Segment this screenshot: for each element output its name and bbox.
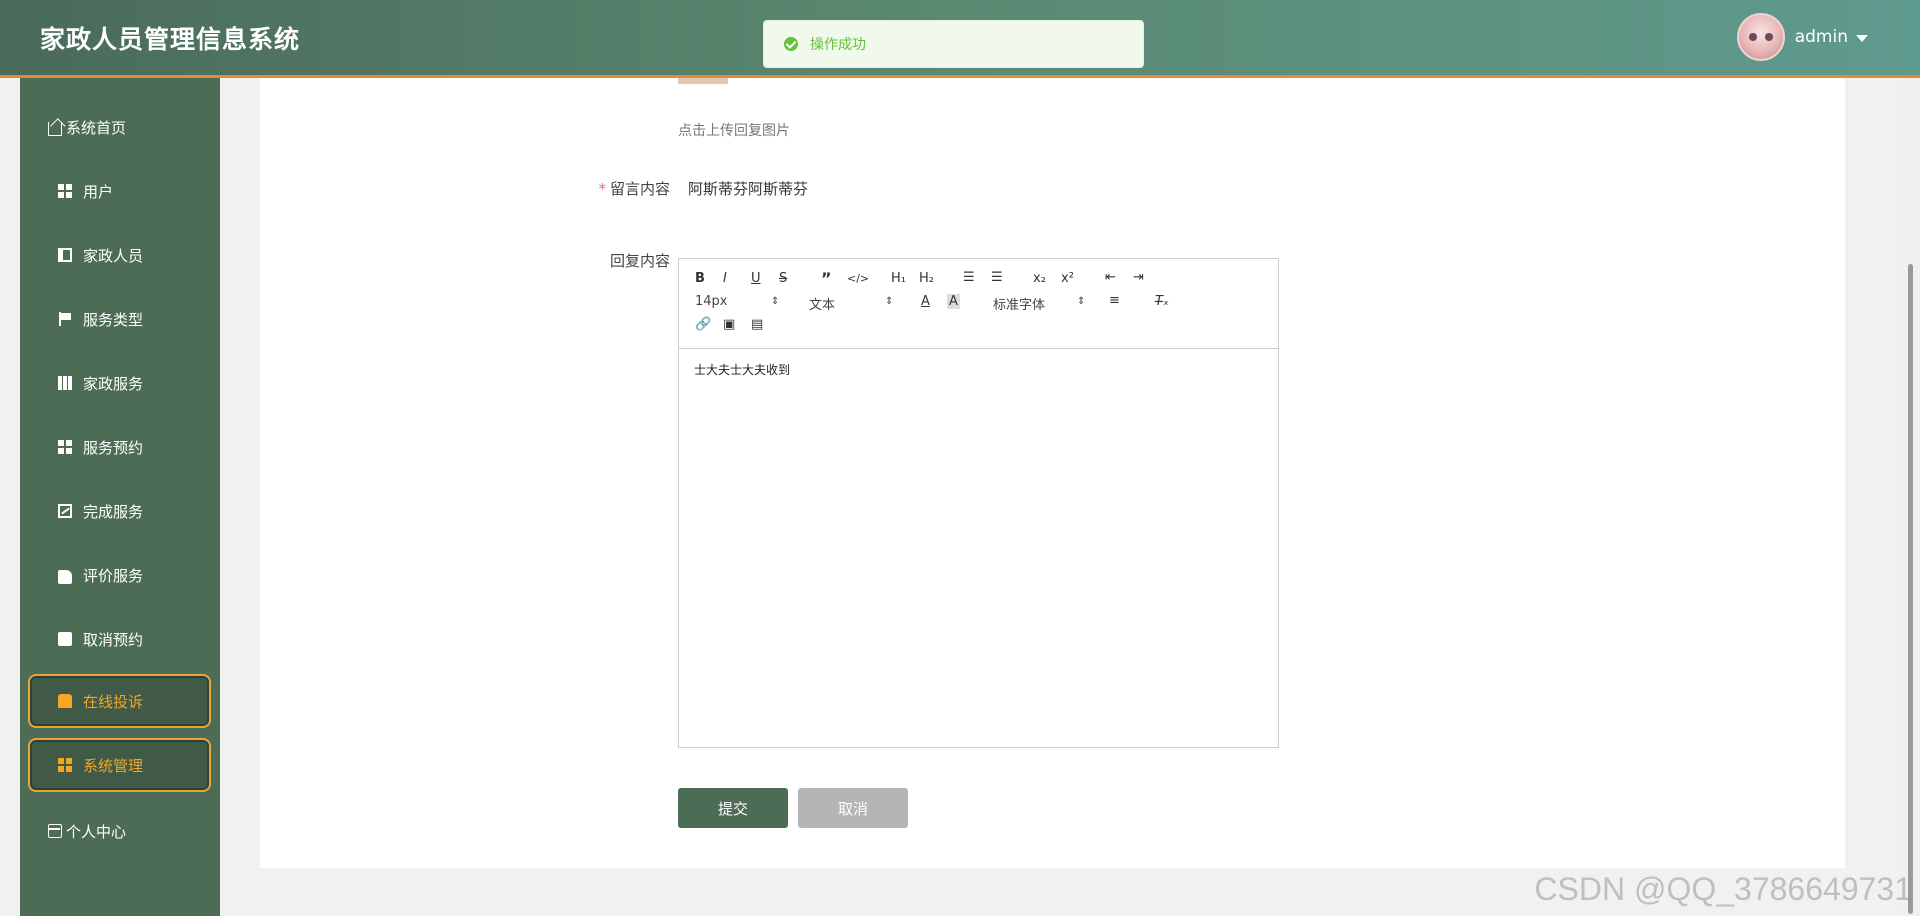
success-toast: 操作成功	[763, 20, 1144, 68]
font-size-select[interactable]: 14px	[695, 294, 728, 309]
sidebar-item-reviews[interactable]: 评价服务	[28, 548, 211, 602]
sidebar-item-complaints[interactable]: 在线投诉	[28, 674, 211, 728]
select-arrows-icon[interactable]: ⇕	[885, 296, 893, 307]
block-format-select[interactable]: 文本	[809, 294, 835, 313]
sidebar-item-completed[interactable]: 完成服务	[28, 484, 211, 538]
grid-icon	[58, 440, 72, 454]
clipboard-icon	[58, 632, 72, 646]
underline-icon[interactable]: U	[751, 271, 761, 286]
table-icon	[58, 376, 72, 390]
sidebar-item-bookings[interactable]: 服务预约	[28, 420, 211, 474]
sidebar: 系统首页 用户 家政人员 服务类型 家政服务 服务预约 完成服务 评价服务 取消…	[20, 78, 220, 916]
sidebar-item-label: 家政人员	[83, 246, 144, 265]
ordered-list-icon[interactable]: ☰	[963, 270, 975, 285]
superscript-icon[interactable]: x²	[1061, 271, 1074, 286]
heading2-icon[interactable]: H₂	[919, 271, 934, 286]
caret-down-icon[interactable]	[1856, 34, 1868, 42]
video-icon[interactable]: ▤	[751, 317, 763, 332]
code-block-icon[interactable]: </>	[847, 272, 869, 285]
chat-icon	[58, 694, 72, 708]
home-icon	[48, 122, 62, 136]
success-check-icon	[784, 37, 798, 51]
sidebar-item-label: 取消预约	[83, 630, 144, 649]
reply-label: 回复内容	[609, 252, 670, 270]
sidebar-item-label: 在线投诉	[83, 692, 144, 711]
message-value: 阿斯蒂芬阿斯蒂芬	[688, 180, 809, 198]
background-color-icon[interactable]: A	[947, 294, 960, 309]
hand-icon	[58, 570, 72, 584]
sidebar-item-label: 服务预约	[83, 438, 144, 457]
sidebar-item-label: 用户	[83, 182, 114, 201]
sidebar-item-home[interactable]: 系统首页	[28, 100, 211, 154]
link-icon[interactable]: 🔗	[695, 317, 711, 332]
italic-icon[interactable]: I	[723, 271, 727, 286]
sidebar-item-service-types[interactable]: 服务类型	[28, 292, 211, 346]
app-title: 家政人员管理信息系统	[40, 25, 301, 54]
rich-text-editor[interactable]: B I U S ” </> H₁ H₂ ☰ ☰ x₂ x² ⇤ ⇥ 14px ⇕…	[678, 258, 1279, 748]
strikethrough-icon[interactable]: S	[779, 271, 787, 286]
submit-button[interactable]: 提交	[678, 788, 788, 828]
username[interactable]: admin	[1795, 27, 1848, 47]
sidebar-item-housekeepers[interactable]: 家政人员	[28, 228, 211, 282]
sidebar-item-services[interactable]: 家政服务	[28, 356, 211, 410]
select-arrows-icon[interactable]: ⇕	[1077, 296, 1085, 307]
card-icon	[48, 824, 62, 838]
reply-image-thumbnail[interactable]	[678, 78, 728, 84]
sidebar-item-profile[interactable]: 个人中心	[28, 804, 211, 858]
select-arrows-icon[interactable]: ⇕	[771, 296, 779, 307]
image-icon[interactable]: ▣	[723, 317, 735, 332]
scrollbar-thumb[interactable]	[1908, 264, 1913, 914]
text-color-icon[interactable]: A	[921, 294, 930, 309]
page-scrollbar[interactable]	[1900, 78, 1920, 916]
watermark: CSDN @QQ_3786649731	[1534, 871, 1912, 907]
sidebar-item-label: 家政服务	[83, 374, 144, 393]
flag-icon	[58, 312, 72, 326]
sidebar-item-label: 个人中心	[66, 822, 127, 841]
upload-hint[interactable]: 点击上传回复图片	[678, 120, 790, 140]
sidebar-item-label: 完成服务	[83, 502, 144, 521]
outdent-icon[interactable]: ⇤	[1105, 270, 1116, 285]
user-menu[interactable]: admin	[1736, 13, 1868, 61]
blockquote-icon[interactable]: ”	[821, 269, 832, 288]
main-content: 点击上传回复图片 * 留言内容 阿斯蒂芬阿斯蒂芬 回复内容 B I U S ” <…	[260, 78, 1845, 868]
sidebar-item-cancellations[interactable]: 取消预约	[28, 612, 211, 666]
align-icon[interactable]: ≡	[1109, 293, 1120, 308]
indent-icon[interactable]: ⇥	[1133, 270, 1144, 285]
editor-content[interactable]: 士大夫士大夫收到	[679, 349, 1278, 390]
bold-icon[interactable]: B	[695, 271, 705, 286]
grid-icon	[58, 758, 72, 772]
subscript-icon[interactable]: x₂	[1033, 271, 1046, 286]
required-marker: *	[598, 180, 606, 198]
font-family-select[interactable]: 标准字体	[993, 294, 1045, 313]
bullet-list-icon[interactable]: ☰	[991, 270, 1003, 285]
message-label: * 留言内容	[598, 180, 670, 198]
heading1-icon[interactable]: H₁	[891, 271, 906, 286]
sidebar-item-system-management[interactable]: 系统管理	[28, 738, 211, 792]
clear-format-icon[interactable]: T̶ₓ	[1155, 294, 1169, 309]
sidebar-item-label: 服务类型	[83, 310, 144, 329]
toast-message: 操作成功	[810, 37, 866, 53]
sidebar-item-users[interactable]: 用户	[28, 164, 211, 218]
grid-icon	[58, 184, 72, 198]
cancel-button[interactable]: 取消	[798, 788, 908, 828]
sidebar-item-label: 系统管理	[83, 756, 144, 775]
editor-toolbar: B I U S ” </> H₁ H₂ ☰ ☰ x₂ x² ⇤ ⇥ 14px ⇕…	[679, 259, 1278, 349]
sidebar-item-label: 系统首页	[66, 118, 127, 137]
avatar[interactable]	[1736, 13, 1785, 61]
book-icon	[58, 248, 72, 262]
sidebar-item-label: 评价服务	[83, 566, 144, 585]
chart-icon	[58, 504, 72, 518]
